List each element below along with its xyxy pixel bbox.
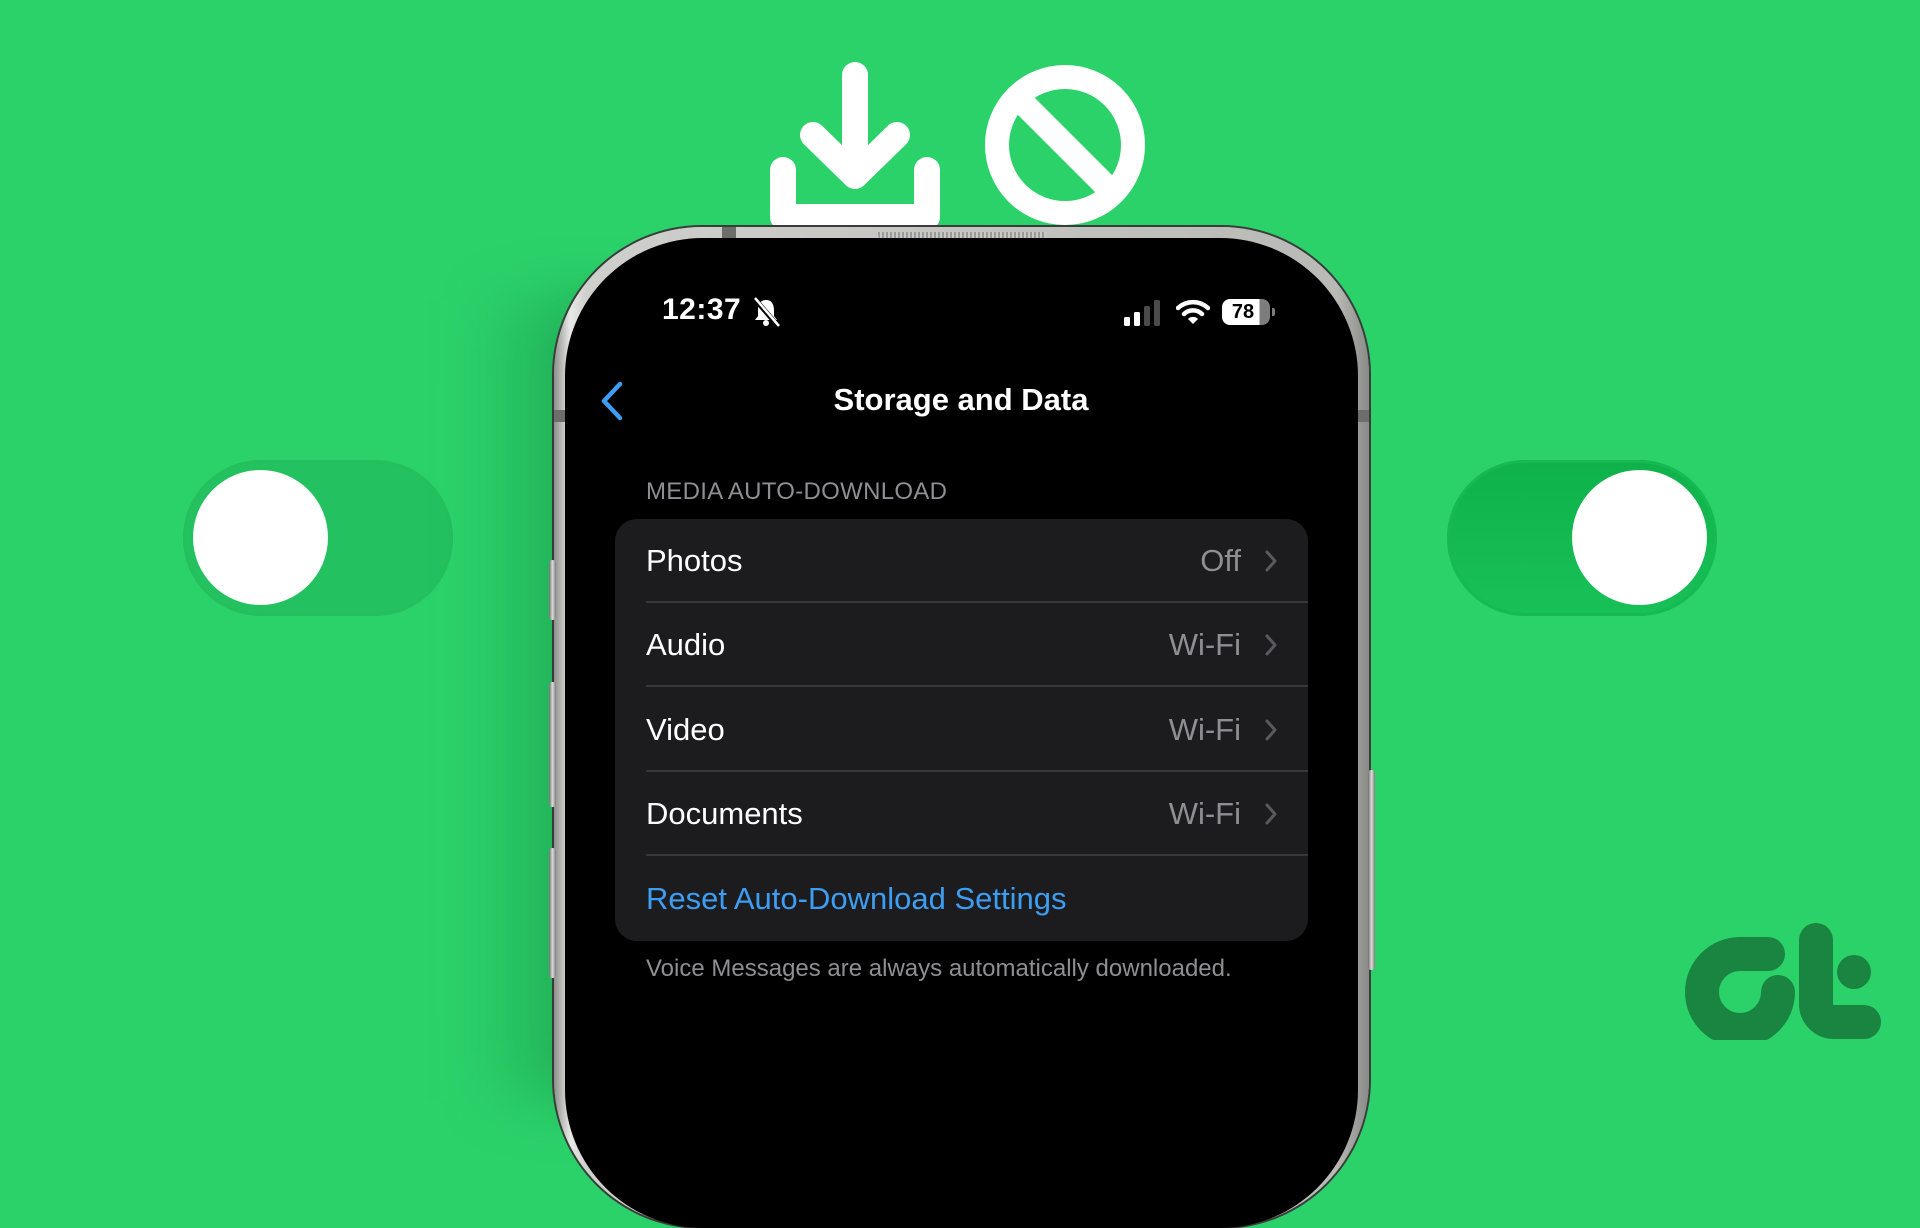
battery-tip (1272, 308, 1275, 316)
action-button (549, 560, 556, 620)
media-auto-download-list: Photos Off Audio Wi-Fi Video Wi-Fi Docum… (615, 519, 1308, 941)
volume-down-button (549, 848, 556, 978)
list-row-audio[interactable]: Audio Wi-Fi (615, 603, 1308, 687)
chevron-left-icon (601, 381, 623, 421)
download-icon (770, 62, 940, 230)
row-separator (646, 854, 1308, 856)
section-header: MEDIA AUTO-DOWNLOAD (646, 478, 948, 505)
cellular-signal-icon (1124, 300, 1160, 326)
power-button (1368, 770, 1375, 970)
row-value: Off (1200, 543, 1241, 578)
battery-indicator: 78 (1222, 299, 1270, 325)
footer-note: Voice Messages are always automatically … (646, 955, 1232, 982)
row-value: Wi-Fi (1168, 627, 1241, 662)
row-value: Wi-Fi (1168, 796, 1241, 831)
wifi-icon (1176, 299, 1210, 324)
chevron-right-icon (1265, 634, 1277, 656)
row-label: Photos (646, 543, 743, 578)
reset-label: Reset Auto-Download Settings (646, 881, 1067, 916)
antenna-band (1357, 410, 1369, 422)
prohibit-icon (985, 65, 1145, 225)
reset-auto-download-button[interactable]: Reset Auto-Download Settings (615, 857, 1308, 941)
toggle-off-decoration (183, 460, 453, 616)
toggle-on-decoration (1447, 460, 1717, 616)
chevron-right-icon (1265, 550, 1277, 572)
row-label: Audio (646, 627, 726, 662)
toggle-knob (193, 470, 328, 605)
bell-slash-icon (752, 296, 780, 328)
back-button[interactable] (596, 380, 630, 422)
status-time: 12:37 (662, 293, 742, 326)
page-title: Storage and Data (833, 382, 1089, 417)
list-row-documents[interactable]: Documents Wi-Fi (615, 772, 1308, 856)
row-label: Video (646, 712, 725, 747)
volume-up-button (549, 682, 556, 807)
row-separator (646, 685, 1308, 687)
row-value: Wi-Fi (1168, 712, 1241, 747)
row-label: Documents (646, 796, 803, 831)
chevron-right-icon (1265, 803, 1277, 825)
toggle-knob (1572, 470, 1707, 605)
chevron-right-icon (1265, 719, 1277, 741)
list-row-photos[interactable]: Photos Off (615, 519, 1308, 603)
gt-logo (1685, 923, 1881, 1040)
list-row-video[interactable]: Video Wi-Fi (615, 688, 1308, 772)
